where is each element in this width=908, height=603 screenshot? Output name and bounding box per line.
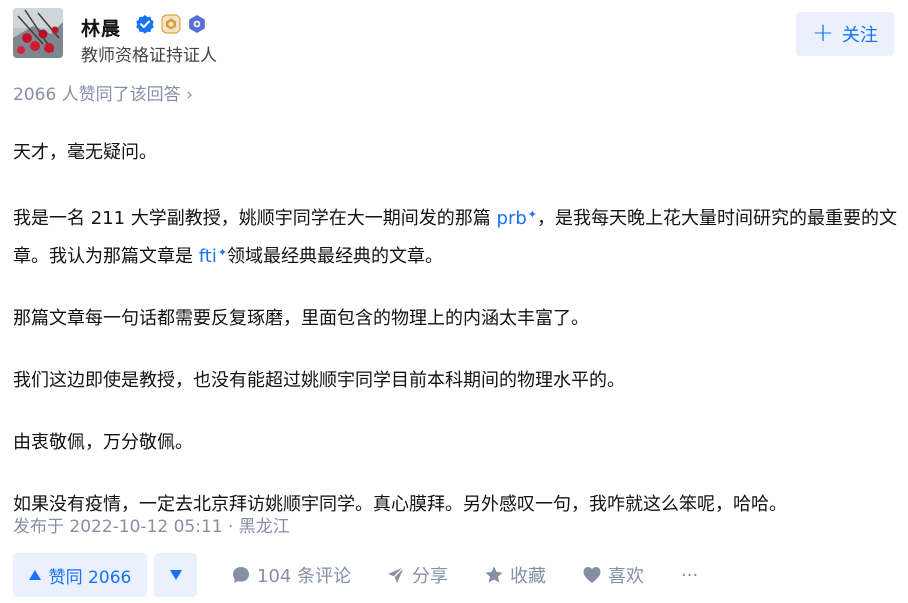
paragraph: 我是一名 211 大学副教授，姚顺宇同学在大一期间发的那篇 prb✦，是我每天晚… <box>13 198 898 274</box>
author-name[interactable]: 林晨 <box>81 14 121 41</box>
plus-icon: + <box>812 18 834 48</box>
heart-icon <box>583 567 601 583</box>
keyword-link-prb[interactable]: prb <box>497 208 527 229</box>
star-icon <box>485 566 503 583</box>
paragraph: 天才，毫无疑问。 <box>13 142 157 163</box>
action-bar: 赞同 2066 104 条评论 分享 收藏 喜欢 ··· <box>13 553 898 597</box>
level-badge-icon[interactable] <box>161 14 181 34</box>
like-label: 喜欢 <box>608 566 644 587</box>
paragraph-text: 我是一名 211 大学副教授，姚顺宇同学在大一期间发的那篇 <box>13 208 497 229</box>
author-badges <box>135 14 207 34</box>
follow-button[interactable]: + 关注 <box>796 12 894 56</box>
comment-icon <box>233 567 249 583</box>
paragraph: 那篇文章每一句话都需要反复琢磨，里面包含的物理上的内涵太丰富了。 <box>13 308 589 329</box>
share-label: 分享 <box>412 566 448 587</box>
more-options-button[interactable]: ··· <box>681 553 698 597</box>
sparkle-icon: ✦ <box>527 208 538 221</box>
sparkle-icon: ✦ <box>217 246 228 259</box>
upvote-button[interactable]: 赞同 2066 <box>13 553 147 597</box>
verified-icon[interactable] <box>135 14 155 34</box>
publish-meta[interactable]: 发布于 2022-10-12 05:11 · 黑龙江 <box>13 512 290 537</box>
favorite-label: 收藏 <box>510 566 546 587</box>
keyword-link-fti[interactable]: fti <box>199 246 217 267</box>
upvote-summary-link[interactable]: 2066 人赞同了该回答 › <box>13 80 193 105</box>
share-icon <box>388 566 405 583</box>
share-button[interactable]: 分享 <box>386 553 448 597</box>
favorite-button[interactable]: 收藏 <box>484 553 546 597</box>
downvote-button[interactable] <box>154 553 197 597</box>
comments-button[interactable]: 104 条评论 <box>231 553 351 597</box>
answer-content: 天才，毫无疑问。 我是一名 211 大学副教授，姚顺宇同学在大一期间发的那篇 p… <box>13 136 898 522</box>
paragraph: 我们这边即使是教授，也没有能超过姚顺宇同学目前本科期间的物理水平的。 <box>13 370 625 391</box>
answer-author-header: 林晨 教师资格证持证人 <box>13 8 895 66</box>
upvote-label: 赞同 2066 <box>48 567 132 588</box>
more-icon: ··· <box>681 564 699 586</box>
creator-badge-icon[interactable] <box>187 14 207 34</box>
avatar-image <box>13 8 63 58</box>
paragraph-text: 领域最经典最经典的文章。 <box>227 246 444 267</box>
downvote-arrow-icon <box>169 570 182 580</box>
paragraph: 由衷敬佩，万分敬佩。 <box>13 432 193 453</box>
author-headline: 教师资格证持证人 <box>81 46 217 66</box>
like-button[interactable]: 喜欢 <box>582 553 644 597</box>
avatar[interactable] <box>13 8 63 58</box>
upvote-arrow-icon <box>28 570 41 580</box>
follow-button-label: 关注 <box>841 25 878 46</box>
comments-label: 104 条评论 <box>257 566 352 587</box>
